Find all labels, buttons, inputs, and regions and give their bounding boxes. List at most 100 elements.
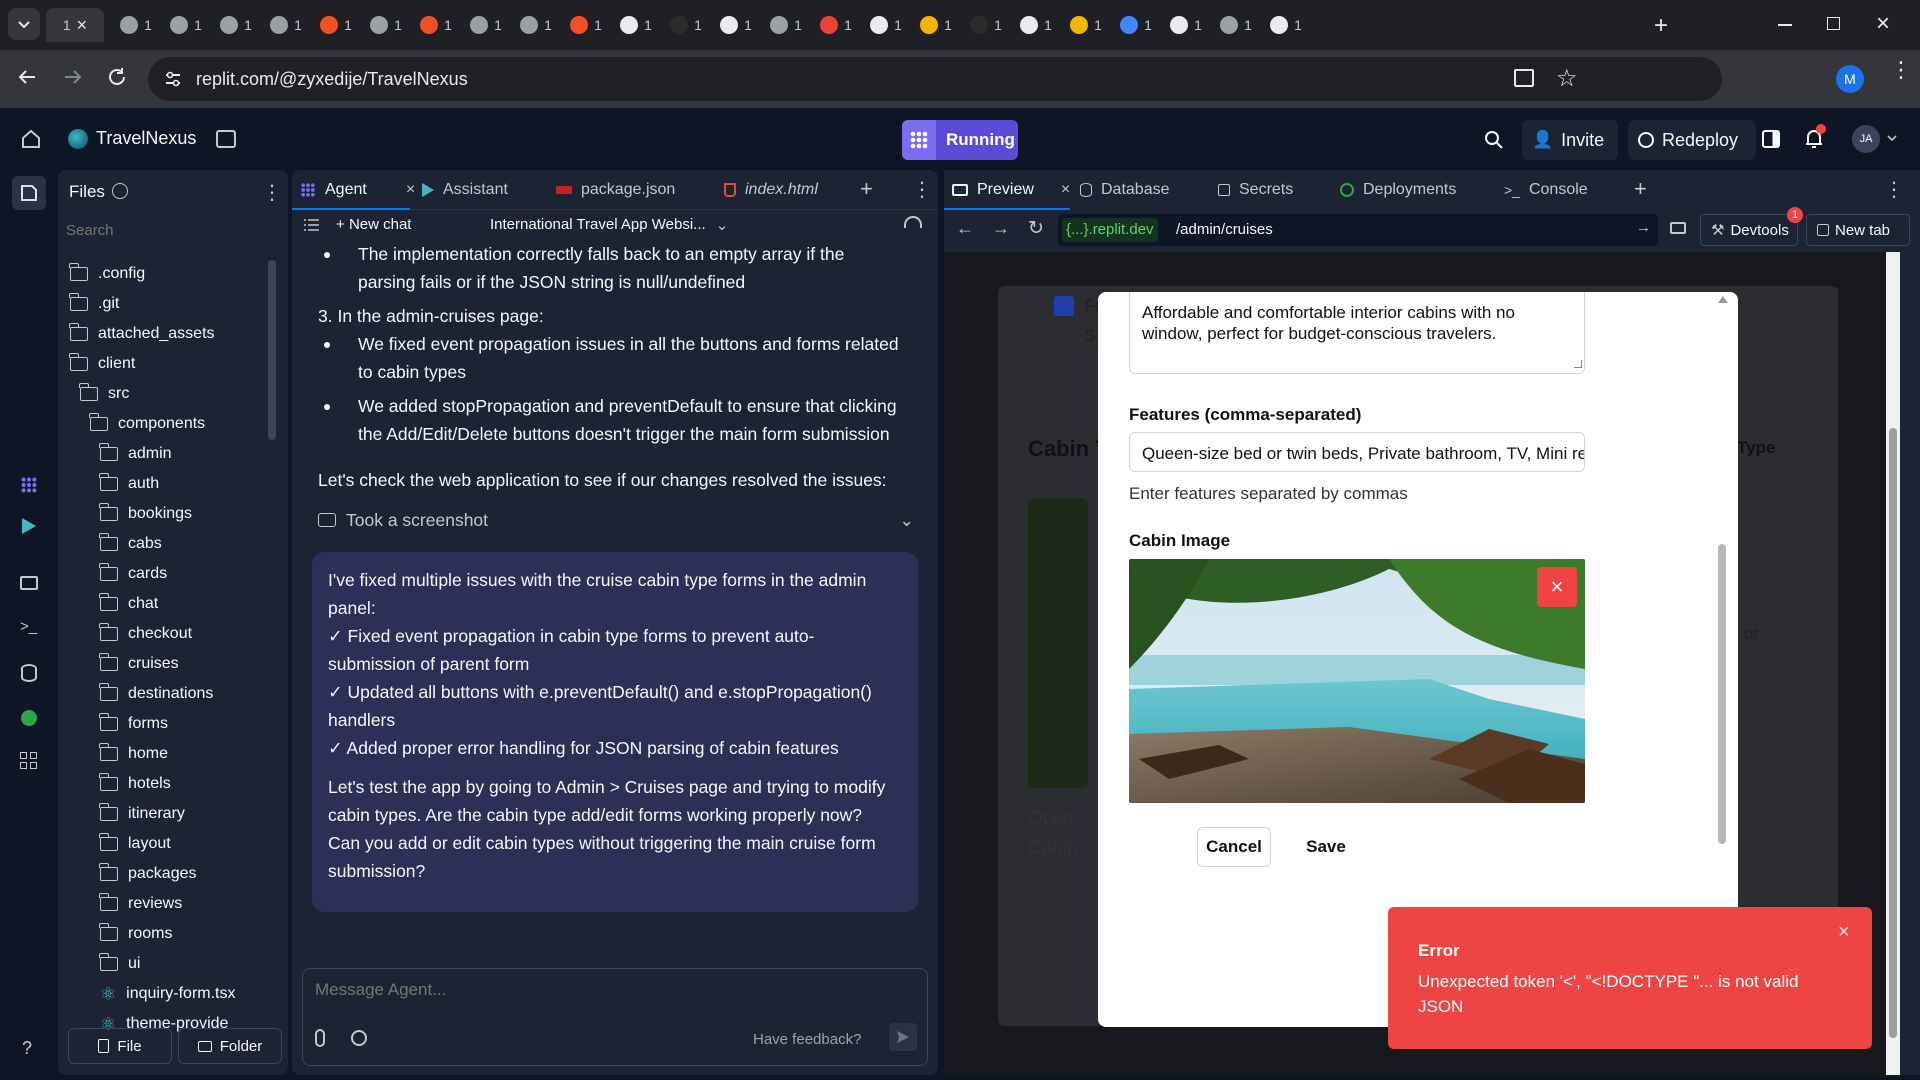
browser-tab[interactable]: 1 [512, 8, 560, 42]
file-tree-item[interactable]: .git [69, 289, 119, 319]
file-tree-item[interactable]: chat [99, 589, 158, 619]
device-icon[interactable] [1670, 222, 1686, 234]
install-app-icon[interactable] [1514, 69, 1534, 87]
screenshot-action[interactable]: Took a screenshot ⌄ [318, 506, 914, 534]
devtools-button[interactable]: ⚒ Devtools 1 [1700, 207, 1803, 246]
file-tree-item[interactable]: checkout [99, 619, 192, 649]
notifications-icon[interactable] [1804, 124, 1826, 150]
file-tree-item[interactable]: client [69, 349, 135, 379]
home-icon[interactable] [20, 128, 42, 150]
browser-tab[interactable]: 1 [962, 8, 1010, 42]
send-button[interactable] [889, 1023, 917, 1051]
close-icon[interactable]: × [1838, 921, 1850, 944]
assistant-rail-icon[interactable] [22, 518, 36, 534]
file-tree-item[interactable]: destinations [99, 679, 213, 709]
database-rail-icon[interactable] [21, 664, 37, 682]
file-tree-item[interactable]: auth [99, 469, 159, 499]
browser-tab-active[interactable]: 1 × [46, 8, 104, 42]
back-arrow-icon[interactable]: ← [956, 218, 974, 239]
go-arrow-icon[interactable]: → [1636, 219, 1651, 236]
pane-menu-icon[interactable]: ⋮ [1884, 177, 1904, 202]
webview-rail-icon[interactable] [20, 576, 38, 590]
features-input[interactable]: Queen-size bed or twin beds, Private bat… [1129, 432, 1585, 472]
cancel-button[interactable]: Cancel [1197, 827, 1271, 867]
pane-menu-icon[interactable]: ⋮ [912, 177, 932, 202]
new-chat-button[interactable]: + New chat [336, 216, 411, 233]
tab-package-json[interactable]: package.json [556, 170, 675, 210]
browser-tab[interactable]: 1 [862, 8, 910, 42]
new-folder-button[interactable]: Folder [178, 1028, 282, 1064]
file-tree-item[interactable]: itinerary [99, 799, 185, 829]
deployments-rail-icon[interactable] [21, 710, 37, 726]
save-button[interactable]: Save [1289, 827, 1363, 867]
remove-image-button[interactable]: × [1537, 567, 1577, 607]
tab-agent[interactable]: Agent × [300, 170, 415, 210]
close-icon[interactable]: × [77, 15, 88, 36]
browser-tab[interactable]: 1 [1162, 8, 1210, 42]
file-tree-item[interactable]: ⚛ inquiry-form.tsx [100, 979, 236, 1009]
file-tree-item[interactable]: ui [99, 949, 140, 979]
browser-tab[interactable]: 1 [662, 8, 710, 42]
browser-menu-icon[interactable]: ⋮ [1890, 59, 1912, 81]
tab-search-button[interactable] [8, 8, 40, 40]
message-input[interactable] [303, 973, 903, 1007]
user-avatar[interactable]: JA [1852, 125, 1880, 153]
preview-url-bar[interactable]: {...}.replit.dev /admin/cruises → [1058, 214, 1658, 246]
window-close-icon[interactable]: × [1876, 10, 1890, 38]
back-arrow-icon[interactable] [16, 66, 38, 88]
all-tools-rail-icon[interactable] [20, 752, 37, 769]
file-tree-item[interactable]: bookings [99, 499, 192, 529]
reload-icon[interactable] [106, 66, 128, 88]
forward-arrow-icon[interactable] [62, 66, 84, 88]
browser-tab[interactable]: 1 [462, 8, 510, 42]
files-menu-icon[interactable]: ⋮ [262, 180, 282, 205]
help-icon[interactable]: ? [22, 1038, 32, 1059]
file-tree-item[interactable]: components [89, 409, 205, 439]
files-scrollbar[interactable] [268, 260, 276, 440]
feedback-link[interactable]: Have feedback? [753, 1031, 861, 1048]
tab-index-html[interactable]: index.html [724, 170, 818, 210]
redeploy-button[interactable]: Redeploy [1628, 120, 1756, 160]
files-rail-icon[interactable] [12, 176, 46, 210]
browser-tab[interactable]: 1 [412, 8, 460, 42]
file-tree-item[interactable]: layout [99, 829, 171, 859]
console-rail-icon[interactable]: >_ [20, 618, 37, 635]
viewport-scrollbar[interactable] [1886, 252, 1900, 1075]
scroll-thumb[interactable] [1889, 428, 1897, 1038]
address-bar[interactable]: replit.com/@zyxedije/TravelNexus ☆ [148, 57, 1722, 101]
file-tree-item[interactable]: cruises [99, 649, 179, 679]
browser-tab[interactable]: 1 [712, 8, 760, 42]
add-tab-icon[interactable]: + [860, 176, 873, 202]
tab-database[interactable]: Database [1080, 170, 1170, 210]
browser-tab[interactable]: 1 [1112, 8, 1160, 42]
file-tree-item[interactable]: home [99, 739, 168, 769]
browser-tab[interactable]: 1 [262, 8, 310, 42]
search-icon[interactable] [1484, 130, 1504, 150]
layout-toggle-icon[interactable] [1762, 130, 1780, 148]
file-tree-item[interactable]: reviews [99, 889, 182, 919]
file-tree-item[interactable]: .config [69, 259, 145, 289]
file-tree-item[interactable]: rooms [99, 919, 172, 949]
chevron-down-icon[interactable] [1886, 132, 1898, 144]
tab-assistant[interactable]: Assistant [422, 170, 508, 210]
files-search-input[interactable] [58, 214, 278, 246]
tab-preview[interactable]: Preview × [952, 170, 1070, 210]
tab-secrets[interactable]: Secrets [1218, 170, 1293, 210]
project-info-icon[interactable] [216, 130, 236, 148]
file-tree-item[interactable]: hotels [99, 769, 171, 799]
settings-icon[interactable] [351, 1030, 367, 1046]
file-tree-item[interactable]: admin [99, 439, 172, 469]
browser-tab[interactable]: 1 [612, 8, 660, 42]
new-tab-button[interactable]: New tab [1806, 214, 1910, 246]
add-tab-icon[interactable]: + [1634, 176, 1647, 202]
scroll-thumb[interactable] [1718, 544, 1726, 844]
file-tree-item[interactable]: cards [99, 559, 167, 589]
file-tree-item[interactable]: cabs [99, 529, 162, 559]
browser-tab[interactable]: 1 [1062, 8, 1110, 42]
chat-history-icon[interactable] [304, 218, 320, 232]
bookmark-star-icon[interactable]: ☆ [1556, 64, 1578, 93]
browser-tab[interactable]: 1 [112, 8, 160, 42]
reload-icon[interactable]: ↻ [1028, 217, 1044, 240]
forward-arrow-icon[interactable]: → [992, 218, 1010, 239]
browser-tab[interactable]: 1 [312, 8, 360, 42]
